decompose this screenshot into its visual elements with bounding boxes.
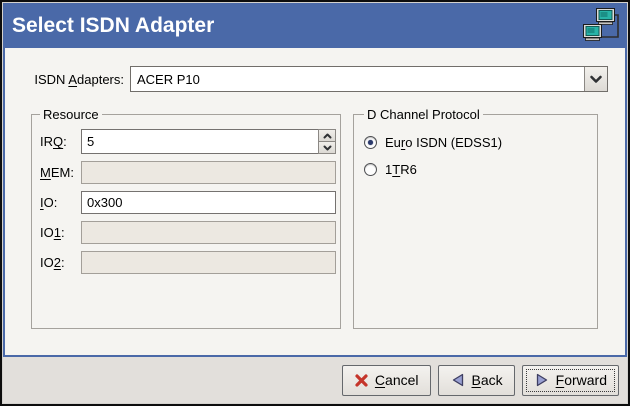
- mem-input: [81, 161, 336, 184]
- irq-spin-up-button[interactable]: [318, 129, 336, 142]
- io-input[interactable]: [81, 191, 336, 214]
- resource-group: Resource IRQ:: [31, 107, 341, 329]
- io2-input: [81, 251, 336, 274]
- back-button[interactable]: Back: [438, 365, 515, 396]
- right-arrow-icon: [534, 372, 550, 388]
- radio-button-icon: [364, 163, 377, 176]
- io-label: IO:: [40, 195, 81, 210]
- isdn-adapters-label: ISDN Adapters:: [31, 72, 124, 87]
- d-channel-protocol-title: D Channel Protocol: [364, 107, 483, 122]
- forward-button-label: Forward: [556, 372, 607, 388]
- red-x-icon: [354, 373, 369, 388]
- irq-spin-buttons: [318, 129, 336, 154]
- io1-row: IO1:: [40, 221, 336, 244]
- forward-button[interactable]: Forward: [522, 365, 619, 396]
- resource-group-title: Resource: [40, 107, 102, 122]
- dialog-content: ISDN Adapters: ACER P10 Resource IRQ:: [3, 48, 627, 357]
- combobox-dropdown-button[interactable]: [584, 67, 607, 91]
- io-row: IO:: [40, 191, 336, 214]
- radio-euro-isdn[interactable]: Euro ISDN (EDSS1): [364, 135, 593, 150]
- mem-row: MEM:: [40, 161, 336, 184]
- isdn-adapters-combobox[interactable]: ACER P10: [130, 66, 608, 92]
- chevron-up-icon: [323, 133, 332, 139]
- isdn-adapters-combobox-value: ACER P10: [131, 67, 584, 91]
- cancel-button[interactable]: Cancel: [342, 365, 431, 396]
- chevron-down-icon: [589, 75, 603, 84]
- cancel-button-label: Cancel: [375, 372, 419, 388]
- page-title: Select ISDN Adapter: [12, 14, 214, 38]
- radio-1tr6[interactable]: 1TR6: [364, 162, 593, 177]
- io1-input: [81, 221, 336, 244]
- mem-label: MEM:: [40, 165, 81, 180]
- network-computers-icon: [581, 7, 621, 45]
- radio-euro-isdn-label: Euro ISDN (EDSS1): [385, 135, 502, 150]
- radio-1tr6-label: 1TR6: [385, 162, 417, 177]
- irq-spin-down-button[interactable]: [318, 142, 336, 154]
- d-channel-protocol-group: D Channel Protocol Euro ISDN (EDSS1) 1TR…: [353, 107, 598, 329]
- dialog-header: Select ISDN Adapter: [3, 3, 627, 48]
- chevron-down-icon: [323, 145, 332, 151]
- dialog-button-bar: Cancel Back Forward: [3, 357, 627, 403]
- left-arrow-icon: [450, 372, 466, 388]
- select-isdn-adapter-dialog: Select ISDN Adapter ISDN Adapters: ACER …: [0, 0, 630, 406]
- back-button-label: Back: [472, 372, 503, 388]
- irq-spinbutton: [81, 129, 336, 154]
- radio-button-icon: [364, 136, 377, 149]
- io2-row: IO2:: [40, 251, 336, 274]
- adapter-row: ISDN Adapters: ACER P10: [5, 66, 625, 92]
- irq-label: IRQ:: [40, 134, 81, 149]
- io2-label: IO2:: [40, 255, 81, 270]
- groups-row: Resource IRQ:: [5, 107, 625, 329]
- irq-row: IRQ:: [40, 129, 336, 154]
- irq-input[interactable]: [81, 129, 318, 154]
- io1-label: IO1:: [40, 225, 81, 240]
